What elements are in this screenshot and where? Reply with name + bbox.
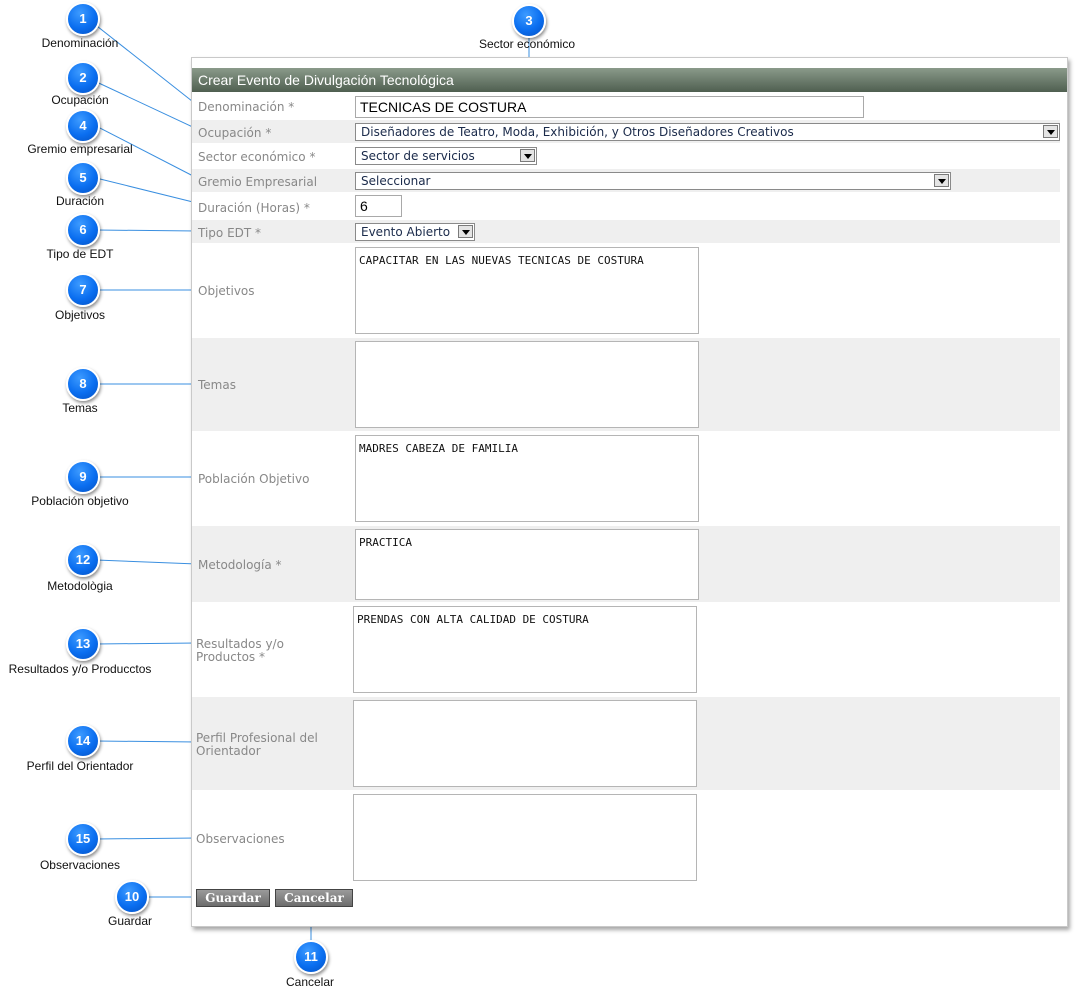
connector-line-14 bbox=[95, 740, 198, 743]
connector-line-12 bbox=[95, 559, 198, 565]
callout-badge-6: 6 bbox=[66, 213, 100, 247]
row-resultados: Resultados y/o Productos * PRENDAS CON A… bbox=[192, 603, 1060, 696]
callout-badge-15: 15 bbox=[66, 822, 100, 856]
callout-label-9: Población objetivo bbox=[31, 494, 129, 508]
ocupacion-selected-value: Diseñadores de Teatro, Moda, Exhibición,… bbox=[361, 125, 794, 139]
gremio-selected-value: Seleccionar bbox=[361, 174, 431, 188]
tipo-select[interactable]: Evento Abierto bbox=[355, 223, 475, 241]
connector-line-13 bbox=[95, 642, 198, 645]
callout-badge-2: 2 bbox=[66, 61, 100, 95]
tipo-selected-value: Evento Abierto bbox=[361, 225, 451, 239]
row-poblacion: Población Objetivo MADRES CABEZA DE FAMI… bbox=[192, 432, 1060, 525]
create-edt-form-panel: Crear Evento de Divulgación Tecnológica … bbox=[191, 57, 1068, 927]
chevron-down-icon[interactable] bbox=[520, 149, 535, 162]
row-sector: Sector económico * Sector de servicios bbox=[192, 144, 1060, 168]
row-objetivos: Objetivos CAPACITAR EN LAS NUEVAS TECNIC… bbox=[192, 244, 1060, 337]
metodologia-textarea[interactable]: PRACTICA bbox=[355, 529, 699, 600]
tipo-label: Tipo EDT * bbox=[198, 226, 262, 240]
callout-label-11: Cancelar bbox=[285, 975, 335, 989]
gremio-select[interactable]: Seleccionar bbox=[355, 172, 951, 190]
poblacion-label: Población Objetivo bbox=[198, 472, 310, 486]
chevron-down-icon[interactable] bbox=[934, 174, 949, 187]
callout-label-12: Metodològia bbox=[47, 579, 113, 593]
callout-label-1: Denominación bbox=[41, 36, 119, 50]
callout-label-6: Tipo de EDT bbox=[46, 247, 114, 261]
row-denominacion: Denominación * TECNICAS DE COSTURA bbox=[192, 93, 1060, 118]
duracion-label: Duración (Horas) * bbox=[198, 201, 310, 215]
callout-label-10: Guardar bbox=[107, 914, 153, 928]
callout-badge-12: 12 bbox=[66, 543, 100, 577]
denominacion-input[interactable]: TECNICAS DE COSTURA bbox=[355, 96, 864, 118]
callout-badge-3: 3 bbox=[512, 4, 546, 38]
objetivos-textarea[interactable]: CAPACITAR EN LAS NUEVAS TECNICAS DE COST… bbox=[355, 247, 699, 334]
row-metodologia: Metodología * PRACTICA bbox=[192, 526, 1060, 602]
callout-badge-7: 7 bbox=[66, 273, 100, 307]
callout-label-4: Gremio empresarial bbox=[27, 142, 133, 156]
sector-select[interactable]: Sector de servicios bbox=[355, 147, 537, 165]
callout-label-5: Duración bbox=[55, 194, 105, 208]
sector-label: Sector económico * bbox=[198, 150, 316, 164]
cancelar-button[interactable]: Cancelar bbox=[275, 889, 353, 907]
temas-textarea[interactable] bbox=[355, 341, 699, 428]
observaciones-textarea[interactable] bbox=[353, 794, 697, 881]
objetivos-label: Objetivos bbox=[198, 284, 255, 298]
duracion-input[interactable]: 6 bbox=[355, 195, 402, 217]
ocupacion-select[interactable]: Diseñadores de Teatro, Moda, Exhibición,… bbox=[355, 123, 1060, 141]
row-tipo: Tipo EDT * Evento Abierto bbox=[192, 220, 1060, 243]
callout-label-3: Sector económico bbox=[478, 37, 576, 51]
resultados-label: Resultados y/o Productos * bbox=[196, 637, 284, 664]
perfil-textarea[interactable] bbox=[353, 700, 697, 787]
callout-badge-4: 4 bbox=[66, 109, 100, 143]
form-title: Crear Evento de Divulgación Tecnológica bbox=[192, 68, 1067, 92]
row-observaciones: Observaciones bbox=[192, 791, 1060, 884]
ocupacion-label: Ocupación * bbox=[198, 126, 272, 140]
row-perfil: Perfil Profesional del Orientador bbox=[192, 697, 1060, 790]
callout-label-13: Resultados y/o Producctos bbox=[8, 662, 152, 676]
callout-badge-10: 10 bbox=[115, 880, 149, 914]
callout-badge-9: 9 bbox=[66, 460, 100, 494]
metodologia-label: Metodología * bbox=[198, 558, 282, 572]
sector-selected-value: Sector de servicios bbox=[361, 149, 475, 163]
chevron-down-icon[interactable] bbox=[1043, 125, 1058, 138]
callout-label-14: Perfil del Orientador bbox=[26, 759, 134, 773]
callout-badge-13: 13 bbox=[66, 627, 100, 661]
callout-badge-5: 5 bbox=[66, 161, 100, 195]
callout-label-15: Observaciones bbox=[39, 858, 121, 872]
callout-badge-8: 8 bbox=[66, 367, 100, 401]
callout-label-2: Ocupación bbox=[51, 93, 109, 107]
callout-badge-14: 14 bbox=[66, 724, 100, 758]
guardar-button[interactable]: Guardar bbox=[196, 889, 270, 907]
row-temas: Temas bbox=[192, 338, 1060, 431]
callout-badge-1: 1 bbox=[66, 2, 100, 36]
poblacion-textarea[interactable]: MADRES CABEZA DE FAMILIA bbox=[355, 435, 699, 522]
gremio-label: Gremio Empresarial bbox=[198, 175, 318, 189]
chevron-down-icon[interactable] bbox=[458, 225, 473, 238]
row-gremio: Gremio Empresarial Seleccionar bbox=[192, 169, 1060, 192]
callout-label-7: Objetivos bbox=[54, 308, 106, 322]
perfil-label: Perfil Profesional del Orientador bbox=[196, 731, 318, 758]
temas-label: Temas bbox=[198, 378, 236, 392]
resultados-textarea[interactable]: PRENDAS CON ALTA CALIDAD DE COSTURA bbox=[353, 606, 697, 693]
connector-line-6 bbox=[95, 229, 198, 232]
callout-badge-11: 11 bbox=[294, 940, 328, 974]
callout-label-8: Temas bbox=[62, 401, 98, 415]
denominacion-label: Denominación * bbox=[198, 100, 295, 114]
observaciones-label: Observaciones bbox=[196, 832, 285, 846]
row-duracion: Duración (Horas) * 6 bbox=[192, 193, 1060, 219]
connector-line-5 bbox=[95, 177, 198, 204]
connector-line-15 bbox=[95, 837, 198, 840]
row-ocupacion: Ocupación * Diseñadores de Teatro, Moda,… bbox=[192, 120, 1060, 143]
